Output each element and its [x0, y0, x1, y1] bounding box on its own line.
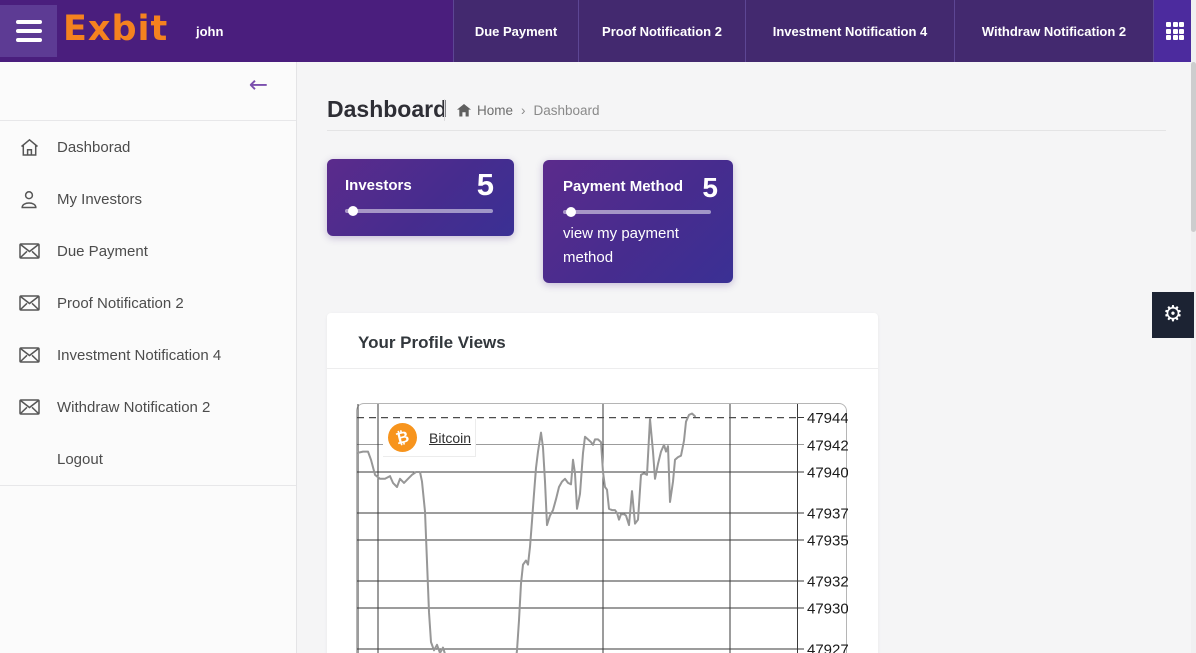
- sidebar-item-label: Proof Notification 2: [57, 295, 184, 312]
- sidebar: ← Dashborad My Investors Due Payment: [0, 62, 297, 653]
- scrollbar-thumb[interactable]: [1191, 62, 1196, 232]
- slider-knob[interactable]: [348, 206, 358, 216]
- envelope-icon: [18, 399, 40, 415]
- hamburger-menu-button[interactable]: [0, 5, 57, 57]
- breadcrumb: Home › Dashboard: [457, 103, 600, 118]
- bitcoin-price-chart: 47944. 47942 47940 47937 47935 47932 47930 4792…: [356, 403, 847, 653]
- apps-grid-button[interactable]: [1153, 0, 1196, 62]
- nav-item-withdraw-notification[interactable]: Withdraw Notification 2: [954, 0, 1153, 62]
- breadcrumb-home-link[interactable]: Home: [457, 103, 513, 118]
- svg-text:47932: 47932: [807, 573, 848, 590]
- title-separator: [444, 99, 445, 121]
- nav-item-due-payment[interactable]: Due Payment: [453, 0, 578, 62]
- nav-item-investment-notification[interactable]: Investment Notification 4: [745, 0, 954, 62]
- sidebar-item-investment-notification[interactable]: Investment Notification 4: [0, 329, 296, 381]
- header-divider: [327, 130, 1166, 131]
- envelope-icon: [18, 295, 40, 311]
- payment-progress-slider[interactable]: [563, 210, 711, 214]
- envelope-icon: [18, 243, 40, 259]
- sidebar-item-logout[interactable]: Logout: [0, 433, 296, 485]
- top-navbar: Exbit john Due Payment Proof Notificatio…: [0, 0, 1196, 62]
- sidebar-item-label: Logout: [57, 451, 103, 468]
- app-root: Exbit john Due Payment Proof Notificatio…: [0, 0, 1196, 653]
- navbar-menu: Due Payment Proof Notification 2 Investm…: [453, 0, 1153, 62]
- sidebar-divider: [0, 485, 296, 486]
- sidebar-item-label: Due Payment: [57, 243, 148, 260]
- page-title: Dashboard: [327, 96, 447, 123]
- slider-knob[interactable]: [566, 207, 576, 217]
- collapse-sidebar-button[interactable]: ←: [249, 74, 268, 97]
- sidebar-item-proof-notification[interactable]: Proof Notification 2: [0, 277, 296, 329]
- payment-method-count: 5: [702, 172, 718, 204]
- home-icon: [18, 138, 40, 157]
- svg-text:47930: 47930: [807, 601, 848, 618]
- svg-text:47940: 47940: [807, 465, 848, 482]
- investors-card-title: Investors: [345, 177, 412, 194]
- view-payment-method-link[interactable]: view my payment method: [563, 222, 723, 270]
- chart-legend-bitcoin[interactable]: ₿ Bitcoin: [383, 419, 476, 457]
- svg-text:47935: 47935: [807, 533, 848, 550]
- investors-card: Investors 5: [327, 159, 514, 236]
- svg-text:47942: 47942: [807, 437, 848, 454]
- payment-card-title: Payment Method: [563, 178, 683, 195]
- bitcoin-icon: ₿: [388, 423, 417, 452]
- legend-label: Bitcoin: [429, 430, 471, 446]
- panel-title: Your Profile Views: [358, 333, 506, 353]
- sidebar-item-due-payment[interactable]: Due Payment: [0, 225, 296, 277]
- hamburger-icon: [16, 20, 42, 24]
- sidebar-item-label: Dashborad: [57, 139, 130, 156]
- breadcrumb-current: Dashboard: [534, 103, 600, 118]
- gear-icon: ⚙: [1163, 304, 1183, 326]
- envelope-icon: [18, 347, 40, 363]
- sidebar-item-label: Investment Notification 4: [57, 347, 221, 364]
- svg-text:47944.: 47944.: [807, 410, 848, 427]
- username-label: john: [196, 24, 223, 39]
- breadcrumb-separator: ›: [521, 103, 526, 118]
- nav-item-proof-notification[interactable]: Proof Notification 2: [578, 0, 745, 62]
- sidebar-menu: Dashborad My Investors Due Payment Proof…: [0, 121, 296, 485]
- payment-method-card: Payment Method 5 view my payment method: [543, 160, 733, 283]
- svg-text:47937: 47937: [807, 505, 848, 522]
- brand-logo[interactable]: Exbit: [63, 9, 168, 49]
- sidebar-item-withdraw-notification[interactable]: Withdraw Notification 2: [0, 381, 296, 433]
- sidebar-header: ←: [0, 62, 296, 121]
- sidebar-item-label: Withdraw Notification 2: [57, 399, 210, 416]
- grid-icon: [1166, 22, 1184, 40]
- investors-count: 5: [477, 167, 494, 203]
- settings-gear-button[interactable]: ⚙: [1152, 292, 1194, 338]
- profile-views-panel: Your Profile Views 47944. 47942 47940 47937…: [327, 313, 878, 653]
- panel-divider: [327, 368, 878, 369]
- sidebar-item-label: My Investors: [57, 191, 142, 208]
- person-icon: [18, 190, 40, 209]
- sidebar-item-my-investors[interactable]: My Investors: [0, 173, 296, 225]
- svg-text:47927: 47927: [807, 641, 848, 653]
- investors-progress-slider[interactable]: [345, 209, 493, 213]
- home-icon: [457, 104, 471, 117]
- sidebar-item-dashboard[interactable]: Dashborad: [0, 121, 296, 173]
